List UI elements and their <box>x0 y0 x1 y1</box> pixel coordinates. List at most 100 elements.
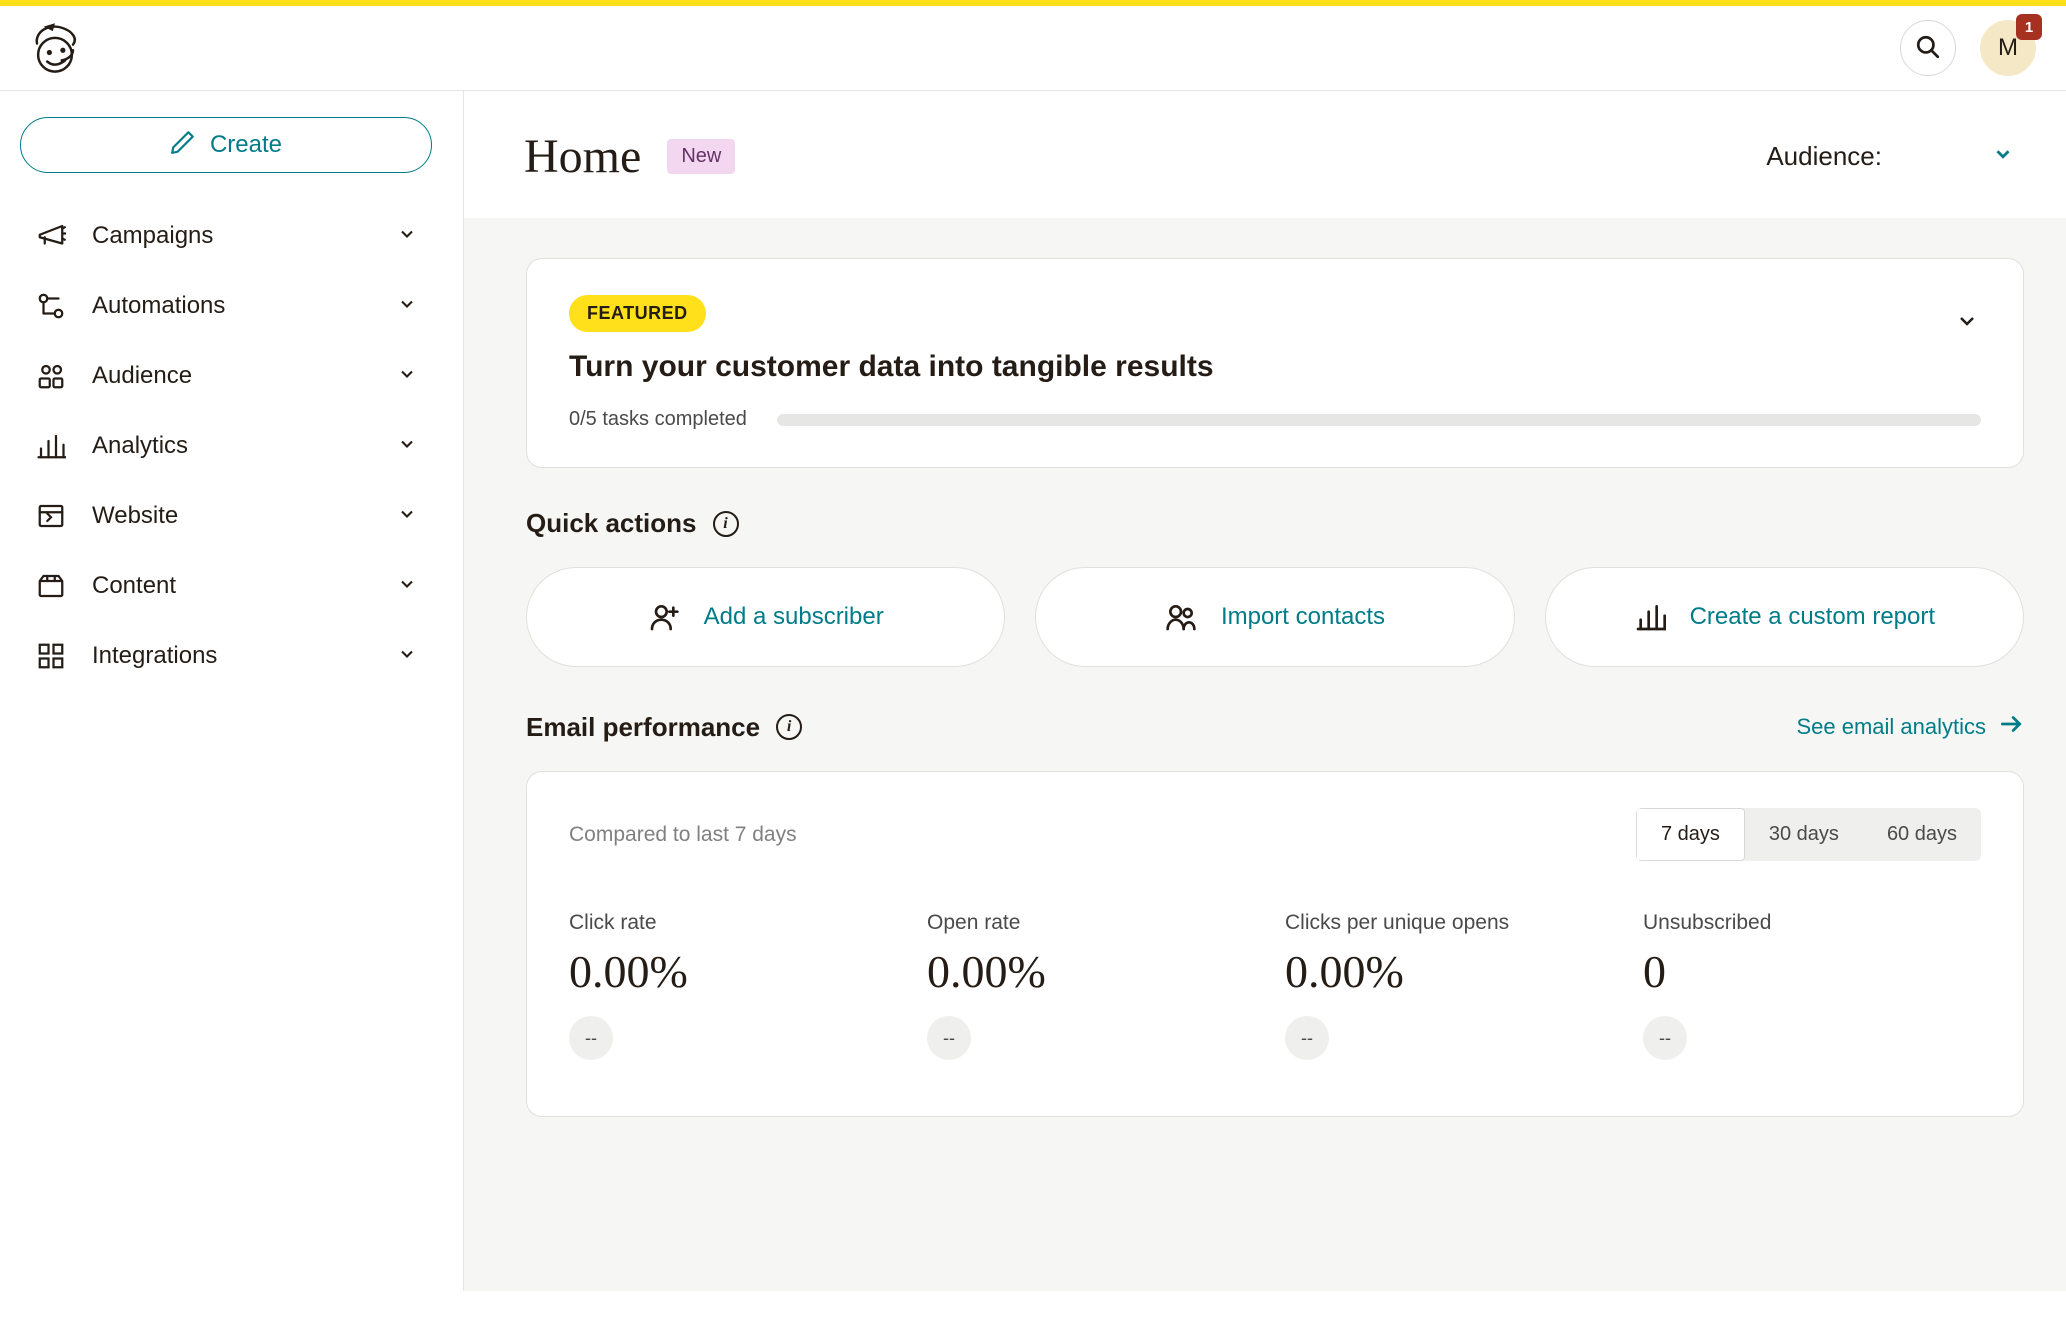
create-button[interactable]: Create <box>20 117 432 173</box>
period-tab-7days[interactable]: 7 days <box>1636 808 1745 861</box>
metric-click-rate: Click rate 0.00% -- <box>569 911 907 1060</box>
sidebar-item-content[interactable]: Content <box>36 551 427 621</box>
sidebar-item-website[interactable]: Website <box>36 481 427 551</box>
sidebar: Create Campaigns <box>0 91 464 1291</box>
chevron-down-icon <box>397 224 417 249</box>
metric-delta: -- <box>569 1016 613 1060</box>
top-header: M 1 <box>0 6 2066 91</box>
notification-badge: 1 <box>2016 14 2042 40</box>
create-label: Create <box>210 131 282 159</box>
metric-open-rate: Open rate 0.00% -- <box>927 911 1265 1060</box>
chevron-down-icon <box>397 644 417 669</box>
email-perf-title: Email performance i <box>526 712 802 743</box>
megaphone-icon <box>36 221 66 251</box>
compared-text: Compared to last 7 days <box>569 823 797 847</box>
info-icon[interactable]: i <box>776 714 802 740</box>
arrow-right-icon <box>1998 711 2024 743</box>
content: FEATURED Turn your customer data into ta… <box>464 218 2066 1117</box>
nav-list: Campaigns Automations <box>20 201 443 691</box>
metric-value: 0.00% <box>927 945 1265 998</box>
sidebar-item-label: Content <box>92 572 176 600</box>
search-button[interactable] <box>1900 20 1956 76</box>
qa-label: Add a subscriber <box>704 603 884 631</box>
integrations-icon <box>36 641 66 671</box>
chevron-down-icon <box>397 364 417 389</box>
featured-progress-row: 0/5 tasks completed <box>569 408 1981 431</box>
metric-label: Unsubscribed <box>1643 911 1981 935</box>
sidebar-item-label: Website <box>92 502 178 530</box>
chevron-down-icon <box>397 504 417 529</box>
period-tab-30days[interactable]: 30 days <box>1745 808 1863 861</box>
analytics-icon <box>36 431 66 461</box>
sidebar-item-campaigns[interactable]: Campaigns <box>36 201 427 271</box>
period-tabs: 7 days 30 days 60 days <box>1636 808 1981 861</box>
audience-select[interactable]: Audience: <box>1766 141 2014 172</box>
chevron-down-icon <box>397 434 417 459</box>
see-email-analytics-link[interactable]: See email analytics <box>1796 711 2024 743</box>
website-icon <box>36 501 66 531</box>
new-badge: New <box>667 139 735 174</box>
qa-add-subscriber[interactable]: Add a subscriber <box>526 567 1005 667</box>
users-icon <box>1165 601 1197 633</box>
metrics-row: Click rate 0.00% -- Open rate 0.00% -- C… <box>569 911 1981 1060</box>
sidebar-item-integrations[interactable]: Integrations <box>36 621 427 691</box>
avatar-initial: M <box>1998 34 2018 62</box>
sidebar-item-label: Automations <box>92 292 225 320</box>
logo-wrap <box>28 21 82 75</box>
metric-delta: -- <box>1643 1016 1687 1060</box>
metric-value: 0.00% <box>1285 945 1623 998</box>
sidebar-item-audience[interactable]: Audience <box>36 341 427 411</box>
period-tab-60days[interactable]: 60 days <box>1863 808 1981 861</box>
sidebar-item-label: Analytics <box>92 432 188 460</box>
search-icon <box>1915 34 1941 63</box>
pencil-icon <box>170 129 196 162</box>
qa-create-report[interactable]: Create a custom report <box>1545 567 2024 667</box>
chevron-down-icon <box>397 294 417 319</box>
metric-delta: -- <box>1285 1016 1329 1060</box>
quick-actions-header: Quick actions i <box>526 508 2024 539</box>
qa-label: Import contacts <box>1221 603 1385 631</box>
main: Home New Audience: FEATURED Turn your cu… <box>464 91 2066 1291</box>
user-plus-icon <box>648 601 680 633</box>
featured-card: FEATURED Turn your customer data into ta… <box>526 258 2024 468</box>
content-icon <box>36 571 66 601</box>
metric-delta: -- <box>927 1016 971 1060</box>
sidebar-item-label: Audience <box>92 362 192 390</box>
quick-actions-row: Add a subscriber Import contacts <box>526 567 2024 667</box>
layout: Create Campaigns <box>0 91 2066 1291</box>
metric-value: 0 <box>1643 945 1981 998</box>
perf-header-row: Compared to last 7 days 7 days 30 days 6… <box>569 808 1981 861</box>
metric-label: Open rate <box>927 911 1265 935</box>
featured-pill: FEATURED <box>569 295 706 332</box>
quick-actions-title: Quick actions i <box>526 508 739 539</box>
qa-import-contacts[interactable]: Import contacts <box>1035 567 1514 667</box>
metric-label: Click rate <box>569 911 907 935</box>
progress-text: 0/5 tasks completed <box>569 408 747 431</box>
sidebar-item-label: Integrations <box>92 642 217 670</box>
metric-clicks-per-open: Clicks per unique opens 0.00% -- <box>1285 911 1623 1060</box>
progress-bar <box>777 414 1981 426</box>
audience-icon <box>36 361 66 391</box>
featured-expand-button[interactable] <box>1955 309 1979 338</box>
sidebar-item-label: Campaigns <box>92 222 213 250</box>
mailchimp-logo-icon[interactable] <box>28 21 82 75</box>
audience-label: Audience: <box>1766 141 1882 172</box>
avatar-wrap[interactable]: M 1 <box>1980 20 2036 76</box>
featured-title: Turn your customer data into tangible re… <box>569 350 1981 384</box>
metric-label: Clicks per unique opens <box>1285 911 1623 935</box>
chevron-down-icon <box>1992 141 2014 172</box>
page-title: Home <box>524 129 641 184</box>
metric-value: 0.00% <box>569 945 907 998</box>
sidebar-item-automations[interactable]: Automations <box>36 271 427 341</box>
automation-icon <box>36 291 66 321</box>
email-perf-header: Email performance i See email analytics <box>526 711 2024 743</box>
chevron-down-icon <box>397 574 417 599</box>
qa-label: Create a custom report <box>1690 603 1935 631</box>
header-right: M 1 <box>1900 20 2036 76</box>
metric-unsubscribed: Unsubscribed 0 -- <box>1643 911 1981 1060</box>
info-icon[interactable]: i <box>713 511 739 537</box>
bar-chart-icon <box>1634 601 1666 633</box>
sidebar-item-analytics[interactable]: Analytics <box>36 411 427 481</box>
email-performance-card: Compared to last 7 days 7 days 30 days 6… <box>526 771 2024 1117</box>
page-header: Home New Audience: <box>464 91 2066 218</box>
